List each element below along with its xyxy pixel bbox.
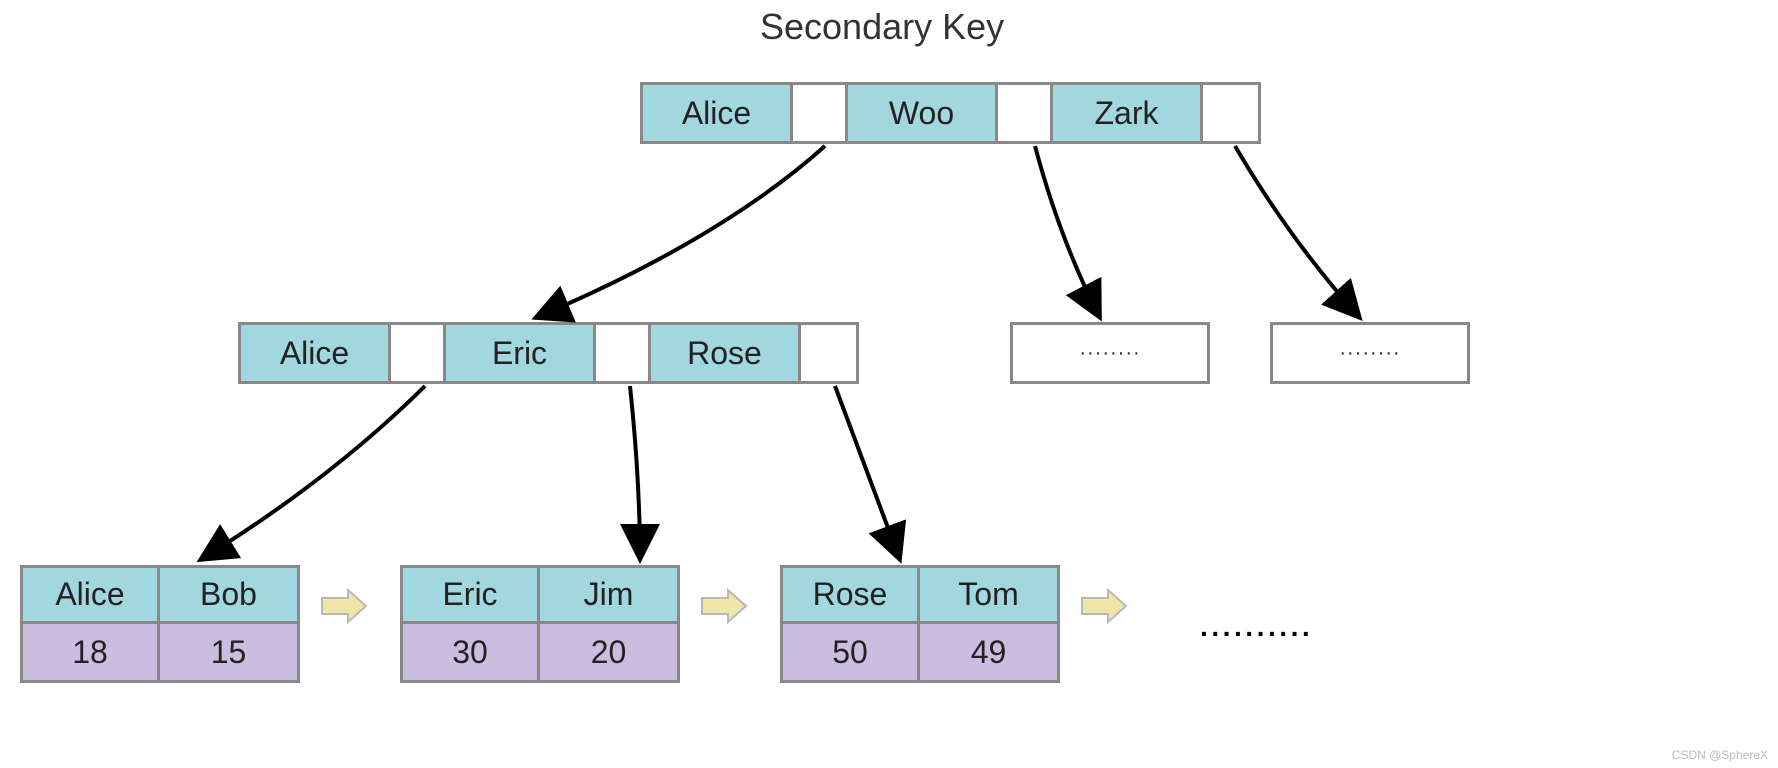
leaf2-key-0: Rose xyxy=(783,568,920,624)
placeholder-box-2: ········ xyxy=(1270,322,1470,384)
trailing-dots: ·········· xyxy=(1200,618,1313,650)
watermark: CSDN @SphereX xyxy=(1672,748,1768,762)
mid-key-1: Eric xyxy=(446,325,596,381)
leaf1-key-1: Jim xyxy=(540,568,677,624)
root-key-1: Woo xyxy=(848,85,998,141)
leaf0-key-0: Alice xyxy=(23,568,160,624)
leaf0-val-0: 18 xyxy=(23,624,160,680)
mid-key-0: Alice xyxy=(241,325,391,381)
leaf0-key-1: Bob xyxy=(160,568,297,624)
leaf-node-1: Eric Jim 30 20 xyxy=(400,565,680,683)
diagram-title: Secondary Key xyxy=(760,6,1004,48)
leaf2-key-1: Tom xyxy=(920,568,1057,624)
root-ptr-1 xyxy=(998,85,1053,141)
link-arrow-icon xyxy=(320,588,368,624)
leaf-node-2: Rose Tom 50 49 xyxy=(780,565,1060,683)
leaf1-val-0: 30 xyxy=(403,624,540,680)
leaf2-val-0: 50 xyxy=(783,624,920,680)
root-ptr-2 xyxy=(1203,85,1258,141)
link-arrow-icon xyxy=(700,588,748,624)
link-arrow-icon xyxy=(1080,588,1128,624)
root-node: Alice Woo Zark xyxy=(640,82,1261,144)
placeholder-box-1: ········ xyxy=(1010,322,1210,384)
mid-ptr-1 xyxy=(596,325,651,381)
mid-key-2: Rose xyxy=(651,325,801,381)
mid-ptr-0 xyxy=(391,325,446,381)
leaf0-val-1: 15 xyxy=(160,624,297,680)
root-key-0: Alice xyxy=(643,85,793,141)
mid-ptr-2 xyxy=(801,325,856,381)
leaf-node-0: Alice Bob 18 15 xyxy=(20,565,300,683)
leaf2-val-1: 49 xyxy=(920,624,1057,680)
leaf1-key-0: Eric xyxy=(403,568,540,624)
leaf1-val-1: 20 xyxy=(540,624,677,680)
root-key-2: Zark xyxy=(1053,85,1203,141)
mid-node: Alice Eric Rose xyxy=(238,322,859,384)
root-ptr-0 xyxy=(793,85,848,141)
